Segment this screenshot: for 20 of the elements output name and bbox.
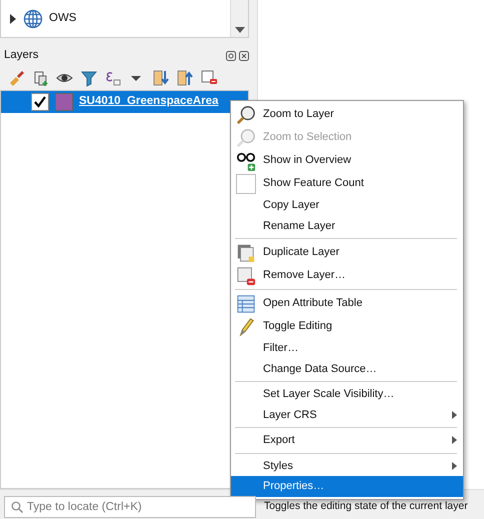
locator-search-field[interactable]: Type to locate (Ctrl+K) — [4, 496, 256, 518]
menu-item[interactable]: Set Layer Scale Visibility… — [231, 384, 463, 404]
menu-item[interactable]: Remove Layer… — [231, 264, 463, 287]
menu-item[interactable]: Duplicate Layer — [231, 241, 463, 264]
menu-item[interactable]: Properties… — [231, 476, 463, 496]
menu-item[interactable]: Change Data Source… — [231, 358, 463, 379]
layer-row[interactable]: SU4010_GreenspaceArea — [1, 91, 248, 113]
menu-item[interactable]: Styles — [231, 456, 463, 476]
menu-item[interactable]: Layer CRS — [231, 404, 463, 425]
menu-item[interactable]: Filter… — [231, 338, 463, 358]
tree-item-label[interactable]: OWS — [49, 10, 76, 28]
menu-item[interactable]: Show Feature Count — [231, 172, 463, 195]
menu-item[interactable]: Show in Overview — [231, 149, 463, 172]
menu-item[interactable]: Copy Layer — [231, 195, 463, 216]
menu-item[interactable]: Toggle Editing — [231, 315, 463, 338]
menu-item[interactable]: Rename Layer — [231, 216, 463, 236]
status-message: Toggles the editing state of the current layer — [264, 498, 468, 514]
menu-item[interactable]: Export — [231, 430, 463, 450]
menu-item[interactable]: Open Attribute Table — [231, 292, 463, 315]
panel-title: Layers — [4, 48, 39, 64]
